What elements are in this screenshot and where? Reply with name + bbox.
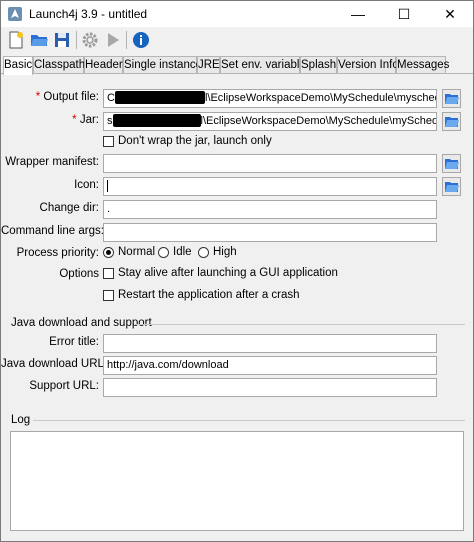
tab-single-instance[interactable]: Single instance [123, 56, 202, 74]
toolbar-separator [126, 31, 127, 49]
radio-unselected [198, 246, 209, 258]
gear-icon [82, 32, 98, 48]
error-title-label: Error title: [49, 336, 99, 348]
about-button[interactable] [130, 29, 152, 51]
minimize-button[interactable]: — [335, 1, 381, 27]
info-icon [133, 32, 149, 48]
command-line-args-label: Command line args: [1, 225, 104, 237]
output-file-label: * Output file: [35, 91, 99, 103]
new-config-button[interactable] [5, 29, 27, 51]
tab-bar: Basic Classpath Header Single instance J… [1, 56, 473, 75]
wrapper-manifest-label: Wrapper manifest: [5, 156, 99, 168]
process-priority-label: Process priority: [16, 247, 99, 259]
open-folder-icon [444, 181, 459, 192]
new-file-icon [9, 31, 23, 49]
radio-unselected [158, 246, 169, 258]
tab-basic[interactable]: Basic [3, 56, 33, 75]
command-line-args-field[interactable] [103, 223, 437, 242]
required-marker: * [35, 91, 41, 103]
tab-jre[interactable]: JRE [197, 56, 220, 74]
checkbox-box [103, 135, 114, 147]
output-file-field[interactable]: Cl\EclipseWorkspaceDemo\MySchedule\mysch… [103, 89, 437, 108]
tab-splash[interactable]: Splash [300, 56, 337, 74]
priority-normal-radio[interactable]: Normal [103, 246, 155, 258]
redacted-block [114, 90, 205, 104]
java-download-section-title: Java download and support [11, 317, 152, 329]
text-cursor [107, 180, 108, 193]
checkbox-box [103, 267, 114, 279]
checkbox-box [103, 289, 114, 301]
open-folder-icon [444, 116, 459, 127]
save-config-button[interactable] [51, 29, 73, 51]
open-config-button[interactable] [28, 29, 50, 51]
support-url-field[interactable] [103, 378, 437, 397]
icon-label: Icon: [74, 179, 99, 191]
wrapper-manifest-field[interactable] [103, 154, 437, 173]
jar-field[interactable]: s l\EclipseWorkspaceDemo\MySchedule\mySch… [103, 112, 437, 131]
error-title-field[interactable] [103, 334, 437, 353]
change-dir-label: Change dir: [39, 202, 99, 214]
change-dir-field[interactable]: . [103, 200, 437, 219]
radio-selected [103, 246, 114, 258]
tab-classpath[interactable]: Classpath [33, 56, 85, 74]
stay-alive-checkbox[interactable]: Stay alive after launching a GUI applica… [103, 267, 338, 279]
log-textarea[interactable] [10, 431, 464, 531]
java-download-url-field[interactable]: http://java.com/download [103, 356, 437, 375]
open-folder-icon [31, 35, 48, 46]
build-wrapper-button[interactable] [79, 29, 101, 51]
output-file-value-start: C [107, 92, 115, 104]
icon-field[interactable] [103, 177, 437, 196]
log-divider [33, 420, 465, 421]
dont-wrap-checkbox[interactable]: Don't wrap the jar, launch only [103, 135, 272, 147]
launch4j-app-icon [7, 6, 23, 22]
restart-after-crash-checkbox[interactable]: Restart the application after a crash [103, 289, 300, 301]
support-url-label: Support URL: [29, 380, 99, 392]
test-wrapper-button[interactable] [102, 29, 124, 51]
options-label: Options [59, 268, 99, 280]
output-file-browse-button[interactable] [442, 89, 461, 108]
redacted-block [112, 113, 201, 127]
title-bar: Launch4j 3.9 - untitled — ☐ ✕ [1, 1, 473, 27]
tab-version-info[interactable]: Version Info [337, 56, 399, 74]
save-icon [55, 33, 69, 47]
toolbar [1, 27, 473, 53]
launch4j-window: Launch4j 3.9 - untitled — ☐ ✕ Basic Clas… [0, 0, 474, 542]
open-folder-icon [444, 93, 459, 104]
jar-value-start: s [107, 115, 113, 127]
priority-idle-radio[interactable]: Idle [158, 246, 192, 258]
tab-set-env-variables[interactable]: Set env. variables [220, 56, 312, 74]
window-title: Launch4j 3.9 - untitled [29, 7, 148, 21]
jar-label: * Jar: [72, 114, 99, 126]
icon-browse-button[interactable] [442, 177, 461, 196]
java-download-url-label: Java download URL: [1, 358, 108, 370]
open-folder-icon [444, 158, 459, 169]
log-title: Log [11, 414, 31, 426]
section-divider [135, 324, 465, 325]
play-icon [108, 33, 119, 47]
basic-tab-panel: * Output file: Cl\EclipseWorkspaceDemo\M… [1, 73, 473, 407]
output-file-value: l\EclipseWorkspaceDemo\MySchedule\mysche… [204, 92, 436, 104]
tab-header[interactable]: Header [84, 56, 123, 74]
minimize-icon: — [351, 6, 365, 22]
priority-high-radio[interactable]: High [198, 246, 237, 258]
wrapper-manifest-browse-button[interactable] [442, 154, 461, 173]
toolbar-separator [76, 31, 77, 49]
close-icon: ✕ [444, 5, 456, 22]
required-marker: * [72, 114, 77, 126]
jar-value: l\EclipseWorkspaceDemo\MySchedule\mySche… [200, 115, 437, 127]
maximize-icon: ☐ [397, 5, 411, 22]
jar-browse-button[interactable] [442, 112, 461, 131]
close-button[interactable]: ✕ [427, 1, 473, 27]
maximize-button[interactable]: ☐ [381, 1, 427, 27]
tab-messages[interactable]: Messages [396, 56, 449, 74]
